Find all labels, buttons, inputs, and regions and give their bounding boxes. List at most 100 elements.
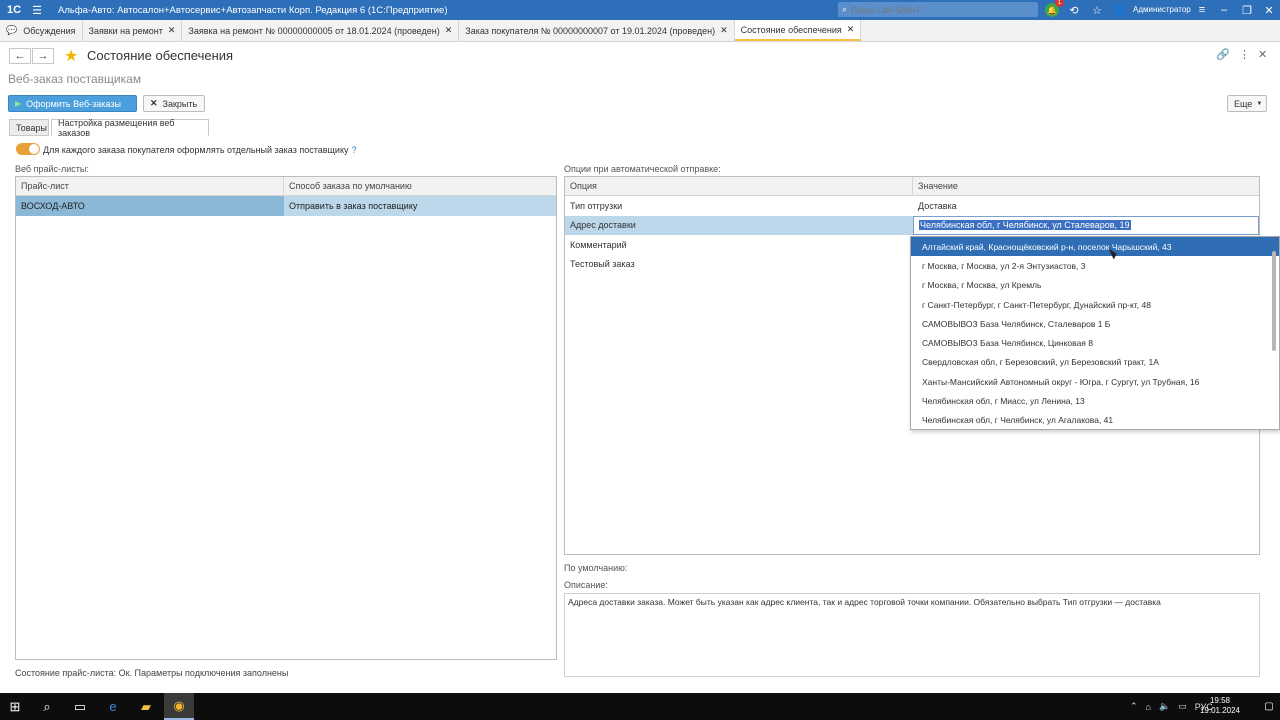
tab-web-order-settings[interactable]: Настройка размещения веб заказов: [51, 118, 209, 138]
play-icon: ▶: [15, 99, 22, 108]
search-input[interactable]: [851, 4, 1022, 15]
form-title: Состояние обеспечения: [87, 48, 234, 63]
dropdown-item[interactable]: САМОВЫВОЗ База Челябинск, Цинковая 8: [911, 333, 1279, 352]
dropdown-item[interactable]: Челябинская обл, г Миасс, ул Ленина, 13: [911, 391, 1279, 410]
more-button[interactable]: Еще ▼: [1227, 95, 1267, 112]
close-x-icon: ✕: [150, 98, 158, 108]
pricelist-status: Состояние прайс-листа: Ок. Параметры под…: [15, 668, 289, 678]
help-icon[interactable]: ?: [351, 145, 356, 155]
table-row[interactable]: Тип отгрузки Доставка: [565, 196, 1259, 216]
col-value[interactable]: Значение: [913, 177, 1259, 195]
task-view-icon[interactable]: ▭: [65, 693, 95, 720]
chevron-up-icon[interactable]: ⌃: [1130, 701, 1138, 712]
dropdown-item[interactable]: г Москва, г Москва, ул 2-я Энтузиастов, …: [911, 256, 1279, 275]
chat-icon: 💬: [6, 25, 18, 35]
tab-customer-order-7[interactable]: Заказ покупателя № 00000000007 от 19.01.…: [459, 20, 735, 41]
favorites-icon[interactable]: ☆: [1087, 0, 1107, 20]
search-icon[interactable]: ⌕: [32, 693, 62, 720]
global-search[interactable]: ⌕: [838, 2, 1038, 17]
os-taskbar: ⊞ ⌕ ▭ e ▰ ◉ ⌃ ⌂ 🔈 ▭ РУС 19:58 19.01.2024…: [0, 693, 1280, 720]
tab-goods[interactable]: Товары: [9, 119, 49, 136]
app-title: Альфа-Авто: Автосалон+Автосервис+Автозап…: [58, 4, 448, 16]
dropdown-item[interactable]: г Москва, г Москва, ул Кремль: [911, 276, 1279, 295]
col-option[interactable]: Опция: [565, 177, 913, 195]
user-name[interactable]: Администратор: [1133, 0, 1191, 20]
address-dropdown[interactable]: Алтайский край, Краснощёковский р-н, пос…: [910, 236, 1280, 430]
tab-label: Состояние обеспечения: [740, 24, 842, 35]
windows-start-icon[interactable]: ⊞: [0, 693, 30, 720]
separate-order-label: Для каждого заказа покупателя оформлять …: [43, 145, 357, 155]
form-subtitle: Веб-заказ поставщикам: [8, 72, 142, 86]
dropdown-item[interactable]: г Санкт-Петербург, г Санкт-Петербург, Ду…: [911, 295, 1279, 314]
table-header: Прайс-лист Способ заказа по умолчанию: [16, 177, 556, 196]
close-form-icon[interactable]: ✕: [1258, 48, 1267, 61]
close-tab-icon[interactable]: ✕: [445, 25, 453, 36]
app-logo: 1C: [6, 4, 22, 16]
volume-icon[interactable]: 🔈: [1159, 701, 1170, 712]
button-label: Еще: [1234, 98, 1253, 109]
description-label: Описание:: [564, 580, 608, 590]
clock[interactable]: 19:58 19.01.2024: [1200, 696, 1240, 716]
1c-app-icon[interactable]: ◉: [164, 693, 194, 720]
forward-button[interactable]: →: [32, 48, 54, 64]
file-explorer-icon[interactable]: ▰: [131, 693, 161, 720]
notifications-button[interactable]: 🔔 1: [1042, 0, 1064, 20]
dropdown-item[interactable]: Ханты-Мансийский Автономный округ - Югра…: [911, 372, 1279, 391]
user-icon[interactable]: 👤: [1110, 0, 1130, 20]
minimize-icon[interactable]: –: [1214, 0, 1234, 20]
dropdown-item[interactable]: Алтайский край, Краснощёковский р-н, пос…: [911, 237, 1279, 257]
app-titlebar: 1C ☰ Альфа-Авто: Автосалон+Автосервис+Ав…: [0, 0, 1280, 20]
settings-icon[interactable]: ≡: [1192, 0, 1212, 20]
selected-text: Челябинская обл, г Челябинск, ул Сталева…: [919, 220, 1131, 231]
chevron-down-icon: ▼: [1256, 100, 1263, 107]
link-icon[interactable]: 🔗: [1216, 48, 1230, 61]
back-button[interactable]: ←: [9, 48, 31, 64]
restore-icon[interactable]: ❐: [1237, 0, 1257, 20]
options-label: Опции при автоматической отправке:: [564, 164, 721, 174]
more-vert-icon[interactable]: ⋮: [1239, 48, 1250, 61]
notification-badge: 1: [1055, 0, 1064, 7]
tab-repair-requests[interactable]: Заявки на ремонт ✕: [83, 20, 183, 41]
network-icon[interactable]: ⌂: [1146, 702, 1151, 712]
col-order-method[interactable]: Способ заказа по умолчанию: [284, 177, 556, 195]
tab-repair-request-5[interactable]: Заявка на ремонт № 00000000005 от 18.01.…: [182, 20, 460, 41]
separate-order-toggle[interactable]: [16, 143, 40, 155]
tab-discussions[interactable]: 💬 Обсуждения: [0, 20, 83, 41]
option-cell: Комментарий: [570, 239, 627, 250]
close-window-icon[interactable]: ✕: [1259, 0, 1279, 20]
clock-date: 19.01.2024: [1199, 706, 1240, 715]
dropdown-item[interactable]: Свердловская обл, г Березовский, ул Бере…: [911, 353, 1279, 372]
order-method-cell[interactable]: Отправить в заказ поставщику: [284, 196, 556, 216]
dropdown-item[interactable]: Челябинская обл, г Челябинск, ул Агалако…: [911, 411, 1279, 430]
edge-browser-icon[interactable]: e: [98, 693, 128, 720]
notification-center-icon[interactable]: ▢: [1258, 693, 1280, 720]
checkbox-text: Для каждого заказа покупателя оформлять …: [43, 145, 349, 155]
close-tab-icon[interactable]: ✕: [168, 25, 176, 36]
tab-supply-state[interactable]: Состояние обеспечения ✕: [734, 20, 862, 41]
pricelists-label: Веб прайс-листы:: [15, 164, 89, 174]
tab-label: Заявка на ремонт № 00000000005 от 18.01.…: [188, 25, 440, 36]
table-row[interactable]: ВОСХОД-АВТО Отправить в заказ поставщику: [16, 196, 556, 216]
close-button[interactable]: ✕ Закрыть: [143, 95, 205, 112]
table-row[interactable]: Адрес доставки Челябинская обл, г Челяби…: [565, 215, 1259, 235]
battery-icon[interactable]: ▭: [1178, 701, 1187, 712]
favorite-star-icon[interactable]: ★: [64, 46, 78, 66]
table-header: Опция Значение: [565, 177, 1259, 196]
col-pricelist[interactable]: Прайс-лист: [16, 177, 284, 195]
pricelists-table[interactable]: Прайс-лист Способ заказа по умолчанию ВО…: [15, 176, 557, 660]
submit-web-orders-button[interactable]: ▶ Оформить Веб-заказы: [8, 95, 137, 112]
bell-icon: 🔔 1: [1045, 0, 1064, 17]
tab-label: Заказ покупателя № 00000000007 от 19.01.…: [465, 25, 716, 36]
dropdown-scrollbar[interactable]: [1272, 251, 1276, 351]
value-cell[interactable]: Доставка: [913, 196, 1259, 216]
history-icon[interactable]: ⟲: [1064, 0, 1084, 20]
close-tab-icon[interactable]: ✕: [720, 25, 728, 36]
main-menu-icon[interactable]: ☰: [28, 4, 46, 17]
dropdown-item[interactable]: САМОВЫВОЗ База Челябинск, Сталеваров 1 Б: [911, 314, 1279, 333]
option-cell: Адрес доставки: [565, 215, 913, 235]
close-tab-icon[interactable]: ✕: [847, 24, 855, 35]
delivery-address-input[interactable]: Челябинская обл, г Челябинск, ул Сталева…: [913, 215, 1259, 235]
description-text: Адреса доставки заказа. Может быть указа…: [564, 593, 1260, 677]
button-label: Закрыть: [162, 98, 198, 109]
pricelist-cell[interactable]: ВОСХОД-АВТО: [16, 196, 284, 216]
